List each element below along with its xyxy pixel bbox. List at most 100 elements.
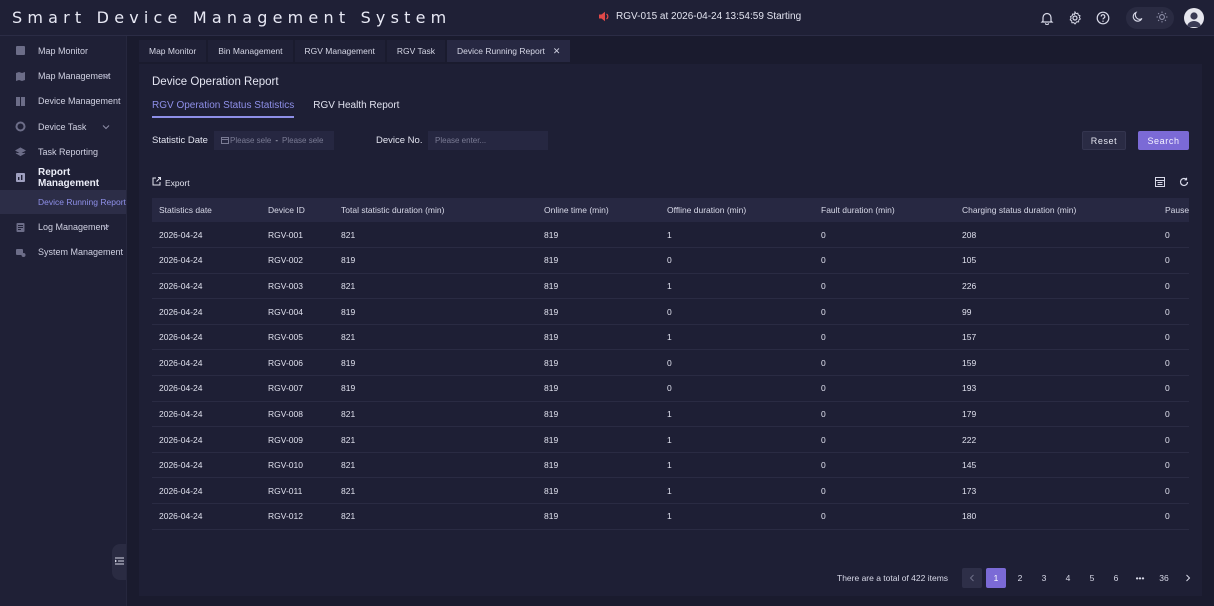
sidebar-item-map-management[interactable]: Map Management [0, 63, 126, 88]
table-cell: 2026-04-24 [152, 247, 261, 274]
table-header-row: Statistics date Device ID Total statisti… [152, 198, 1189, 222]
table-row[interactable]: 2026-04-24 RGV-008 821 819 1 0 179 0 [152, 401, 1189, 428]
table-cell: RGV-009 [261, 426, 334, 453]
export-label: Export [165, 177, 190, 188]
search-button[interactable]: Search [1138, 131, 1189, 150]
table-cell: 2026-04-24 [152, 273, 261, 300]
table-cell: 819 [537, 349, 660, 377]
table-cell: 819 [334, 375, 537, 402]
sidebar-item-label: Map Management [38, 71, 111, 82]
sidebar-item-label: Map Monitor [38, 45, 89, 56]
sidebar-item-device-management[interactable]: Device Management [0, 89, 126, 114]
date-range-picker[interactable]: Please sele - Please sele [214, 131, 334, 150]
page-button[interactable]: 2 [1010, 568, 1030, 588]
tab-rgv-management[interactable]: RGV Management [294, 40, 385, 62]
table-cell: 0 [1158, 477, 1189, 505]
table-cell: 2026-04-24 [152, 349, 261, 377]
total-count: There are a total of 422 items [837, 573, 949, 583]
table-cell: 0 [1158, 324, 1189, 351]
column-header[interactable]: Charging status duration (min) [955, 198, 1158, 222]
avatar[interactable] [1184, 8, 1204, 28]
gear-icon[interactable] [1064, 7, 1086, 29]
tab-rgv-task[interactable]: RGV Task [386, 40, 446, 62]
table-cell: 2026-04-24 [152, 298, 261, 325]
sun-icon[interactable] [1156, 11, 1168, 26]
moon-icon[interactable] [1132, 10, 1144, 26]
device-icon [15, 96, 26, 107]
table-cell: 0 [660, 298, 814, 325]
column-settings-icon[interactable] [1155, 177, 1165, 190]
column-header[interactable]: Statistics date [152, 198, 261, 222]
table-cell: 819 [537, 324, 660, 351]
table-cell: 0 [1158, 298, 1189, 325]
bell-icon[interactable] [1036, 7, 1058, 29]
tab-map-monitor[interactable]: Map Monitor [139, 40, 207, 62]
table-cell: 2026-04-24 [152, 452, 261, 479]
column-header[interactable]: Device ID [261, 198, 334, 222]
sidebar-item-system-management[interactable]: System Management [0, 240, 126, 265]
sidebar-item-task-reporting[interactable]: Task Reporting [0, 140, 126, 165]
column-header[interactable]: Total statistic duration (min) [334, 198, 537, 222]
next-page-button[interactable] [1178, 568, 1198, 588]
sidebar-subitem-device-running-report[interactable]: Device Running Report [0, 190, 126, 215]
table-cell: 193 [955, 375, 1158, 402]
tab-rgv-health-report[interactable]: RGV Health Report [313, 100, 399, 118]
sidebar-collapse-button[interactable] [112, 544, 126, 580]
table-row[interactable]: 2026-04-24 RGV-010 821 819 1 0 145 0 [152, 452, 1189, 479]
page-button[interactable]: 5 [1082, 568, 1102, 588]
page-button[interactable]: 6 [1106, 568, 1126, 588]
table-row[interactable]: 2026-04-24 RGV-001 821 819 1 0 208 0 [152, 222, 1189, 249]
table-row[interactable]: 2026-04-24 RGV-004 819 819 0 0 99 0 [152, 298, 1189, 325]
table-cell: 0 [814, 477, 955, 505]
sidebar-item-log-management[interactable]: Log Management [0, 214, 126, 239]
chevron-down-icon[interactable] [102, 71, 110, 81]
device-no-input[interactable] [428, 131, 548, 150]
prev-page-button[interactable] [962, 568, 983, 588]
theme-toggle[interactable] [1126, 7, 1174, 29]
sidebar-item-device-task[interactable]: Device Task [0, 114, 126, 139]
table-row[interactable]: 2026-04-24 RGV-007 819 819 0 0 193 0 [152, 375, 1189, 402]
sidebar-item-label: System Management [38, 247, 124, 258]
table-row[interactable]: 2026-04-24 RGV-003 821 819 1 0 226 0 [152, 273, 1189, 300]
table-cell: 0 [660, 375, 814, 402]
table-row[interactable]: 2026-04-24 RGV-012 821 819 1 0 180 0 [152, 503, 1189, 530]
tab-device-running-report[interactable]: Device Running Report ✕ [447, 40, 571, 62]
page-button[interactable]: 1 [986, 568, 1007, 588]
page-button[interactable]: 36 [1154, 568, 1174, 588]
table-cell: 159 [955, 349, 1158, 377]
table-row[interactable]: 2026-04-24 RGV-009 821 819 1 0 222 0 [152, 426, 1189, 453]
table-row[interactable]: 2026-04-24 RGV-005 821 819 1 0 157 0 [152, 324, 1189, 351]
table-cell: RGV-005 [261, 324, 334, 351]
chevron-down-icon[interactable] [102, 222, 110, 232]
chevron-down-icon[interactable] [102, 122, 110, 132]
sidebar-item-label: Report Management [38, 166, 100, 189]
start-date-input[interactable]: Please sele [230, 136, 271, 145]
close-icon[interactable]: ✕ [553, 46, 561, 57]
alarm-notice[interactable]: RGV-015 at 2026-04-24 13:54:59 Starting [598, 11, 801, 22]
sidebar-item-map-monitor[interactable]: Map Monitor [0, 38, 126, 63]
tab-rgv-operation-status[interactable]: RGV Operation Status Statistics [152, 100, 295, 118]
help-icon[interactable] [1092, 7, 1114, 29]
app-title: Smart Device Management System [12, 8, 452, 27]
sidebar-item-report-management[interactable]: Report Management [0, 165, 126, 190]
column-header[interactable]: Pause [1158, 198, 1189, 222]
table-row[interactable]: 2026-04-24 RGV-002 819 819 0 0 105 0 [152, 247, 1189, 274]
table-cell: RGV-004 [261, 298, 334, 325]
speaker-icon [598, 11, 610, 22]
page-button[interactable]: 4 [1058, 568, 1078, 588]
table-cell: 0 [1158, 349, 1189, 377]
export-button[interactable]: Export [152, 177, 1189, 188]
table-cell: 819 [334, 247, 537, 274]
refresh-icon[interactable] [1179, 177, 1189, 190]
reset-button[interactable]: Reset [1082, 131, 1126, 150]
column-header[interactable]: Offline duration (min) [660, 198, 814, 222]
table-row[interactable]: 2026-04-24 RGV-011 821 819 1 0 173 0 [152, 477, 1189, 505]
page-button[interactable]: 3 [1034, 568, 1054, 588]
page-ellipsis[interactable]: ••• [1130, 568, 1150, 588]
column-header[interactable]: Online time (min) [537, 198, 660, 222]
column-header[interactable]: Fault duration (min) [814, 198, 955, 222]
tab-bin-management[interactable]: Bin Management [208, 40, 293, 62]
end-date-input[interactable]: Please sele [282, 136, 323, 145]
table-cell: 0 [1158, 273, 1189, 300]
table-row[interactable]: 2026-04-24 RGV-006 819 819 0 0 159 0 [152, 349, 1189, 377]
